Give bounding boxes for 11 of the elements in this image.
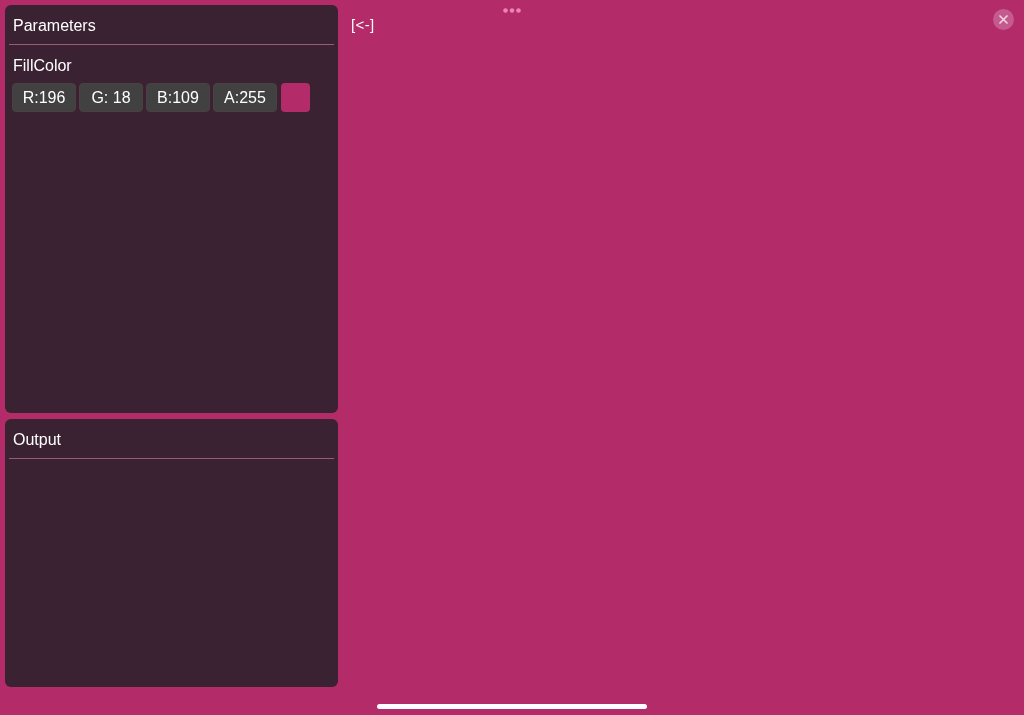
property-label: FillColor (12, 56, 73, 76)
value-field[interactable]: R:196 (12, 83, 76, 112)
panel-title: Parameters (9, 14, 334, 45)
value-field[interactable]: G: 18 (79, 83, 143, 112)
value-field[interactable]: B:109 (146, 83, 210, 112)
value-field[interactable]: A:255 (213, 83, 277, 112)
close-icon[interactable] (993, 9, 1014, 30)
back-link[interactable]: [<-] (351, 16, 375, 33)
more-icon[interactable] (503, 8, 521, 13)
color-swatch[interactable] (281, 83, 310, 112)
panel-title: Output (9, 428, 334, 459)
